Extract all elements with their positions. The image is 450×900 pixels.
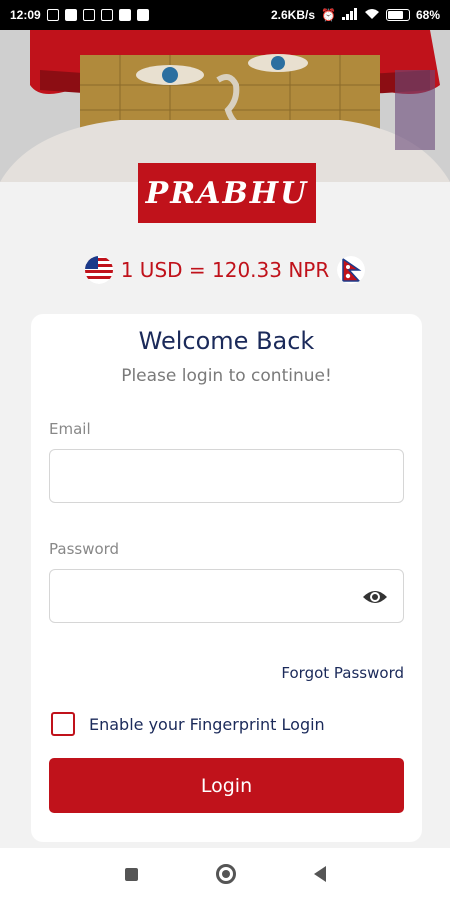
nepal-flag-icon: [337, 256, 366, 284]
email-label: Email: [49, 420, 91, 438]
stupa-header-image: [0, 30, 450, 182]
battery-icon: [385, 9, 410, 21]
signal-icon: [341, 7, 358, 23]
email-field-container: [49, 449, 404, 503]
sim-icon: [118, 9, 131, 21]
home-icon[interactable]: [215, 864, 236, 884]
wifi-icon: [364, 8, 380, 23]
login-card: Welcome Back Please login to continue! E…: [31, 314, 422, 842]
gmail-icon: [82, 9, 95, 21]
exchange-rate-banner: 1 USD = 120.33 NPR: [0, 250, 450, 290]
back-icon[interactable]: [313, 866, 326, 882]
password-label: Password: [49, 540, 120, 558]
login-button-label: Login: [200, 774, 253, 797]
notification-icon: [46, 9, 59, 21]
prabhu-logo: PRABHU: [138, 163, 316, 223]
fingerprint-login-row[interactable]: Enable your Fingerprint Login: [51, 712, 325, 736]
recents-icon[interactable]: [124, 867, 138, 881]
us-flag-icon: [84, 256, 113, 284]
forgot-password-link[interactable]: Forgot Password: [281, 664, 404, 682]
network-speed: 2.6KB/s: [270, 8, 316, 22]
password-field[interactable]: [50, 570, 403, 622]
fingerprint-label: Enable your Fingerprint Login: [89, 714, 325, 734]
system-nav-bar: [0, 848, 450, 900]
youtube-icon: [64, 9, 77, 21]
status-left: 12:09: [10, 8, 149, 22]
battery-percent: 68%: [415, 8, 440, 22]
trash-icon: [136, 9, 149, 21]
status-time: 12:09: [10, 8, 41, 22]
status-right: 2.6KB/s ⏰ 68%: [270, 7, 440, 23]
page-subtitle: Please login to continue!: [121, 366, 332, 386]
email-field[interactable]: [50, 450, 403, 502]
fingerprint-checkbox[interactable]: [51, 712, 75, 736]
gmail-icon: [100, 9, 113, 21]
status-bar: 12:09 2.6KB/s ⏰ 68%: [0, 0, 450, 30]
exchange-rate-text: 1 USD = 120.33 NPR: [120, 258, 330, 282]
password-field-container: [49, 569, 404, 623]
show-password-icon[interactable]: [361, 584, 389, 610]
login-button[interactable]: Login: [49, 758, 404, 813]
alarm-icon: ⏰: [321, 8, 336, 22]
logo-text: PRABHU: [145, 175, 309, 211]
page-title: Welcome Back: [138, 327, 315, 355]
